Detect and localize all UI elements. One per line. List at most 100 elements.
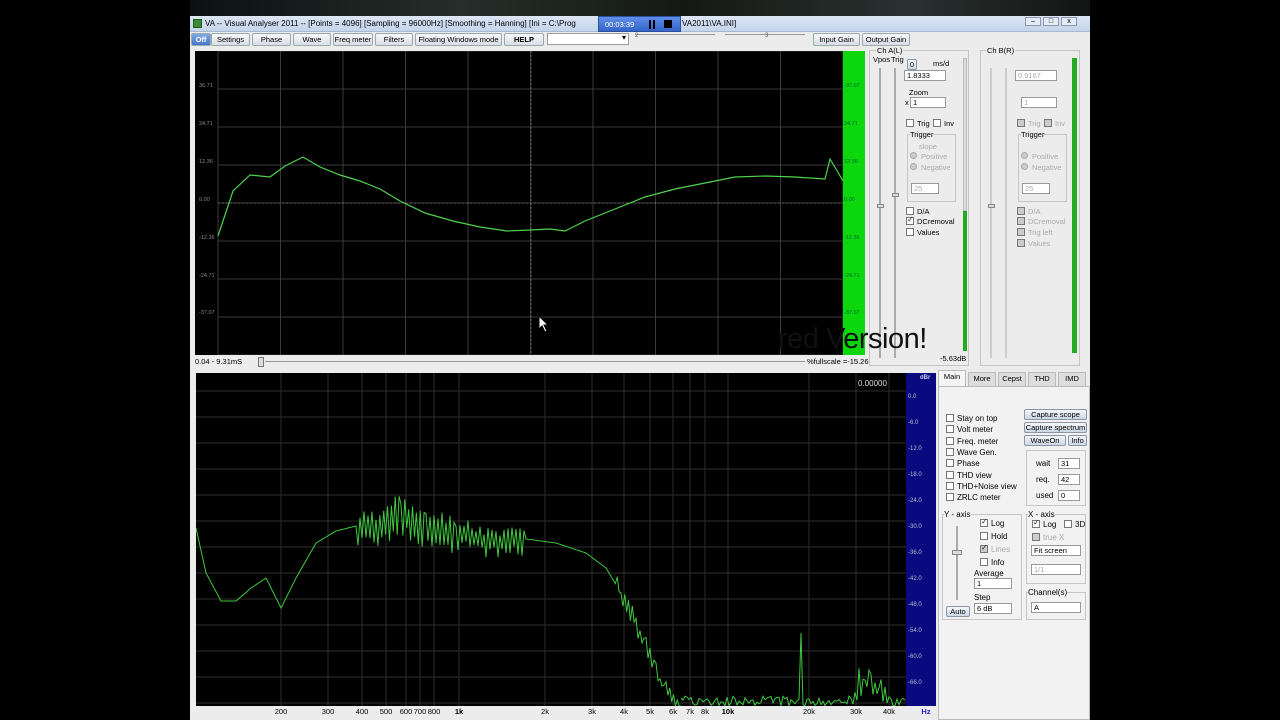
tab-cepst[interactable]: Cepst (998, 372, 1026, 386)
true-x-checkbox[interactable] (1032, 533, 1040, 541)
waveon-button[interactable]: WaveOn (1024, 435, 1066, 446)
values-checkbox[interactable] (906, 228, 914, 236)
trig-slider-thumb[interactable] (892, 193, 899, 197)
vpos-slider-thumb[interactable] (877, 204, 884, 208)
fit-screen-select[interactable]: Fit screen (1031, 545, 1081, 556)
maximize-icon[interactable]: □ (1043, 17, 1059, 26)
db-scale: dBr 0.0 -6.0 -12.0 -18.0 -24.0 -30.0 -36… (906, 373, 936, 706)
dcremoval-checkbox-b[interactable] (1017, 217, 1025, 225)
view-checkbox[interactable] (946, 437, 954, 445)
threshold-field[interactable]: 25 (911, 183, 939, 194)
req-field[interactable]: 42 (1058, 474, 1080, 485)
capture-scope-button[interactable]: Capture scope (1024, 409, 1087, 420)
trig-slider[interactable] (894, 68, 896, 358)
scope-y-label: -24.71 (199, 273, 215, 279)
x-log-checkbox[interactable] (1032, 520, 1040, 528)
scope-status-bar: 0.04 - 9.31mS %fullscale =-15.26 (195, 356, 865, 367)
trigleft-checkbox-b[interactable] (1017, 228, 1025, 236)
tab-more[interactable]: More (968, 372, 996, 386)
ms-per-div-field-b[interactable]: 0.9167 (1015, 70, 1057, 81)
wait-field[interactable]: 31 (1058, 458, 1080, 469)
y-axis-slider[interactable] (956, 526, 958, 600)
oscilloscope-display[interactable]: 36.71 24.71 12.36 0.00 -12.36 -24.71 -37… (195, 51, 843, 355)
info-button[interactable]: Info (1068, 435, 1087, 446)
view-checkbox-label: ZRLC meter (957, 493, 1001, 502)
floating-windows-button[interactable]: Floating Windows mode (415, 33, 502, 46)
frequency-tick-label: 800 (428, 707, 441, 716)
pause-icon[interactable] (649, 20, 651, 29)
positive-radio[interactable] (910, 152, 917, 159)
wave-button[interactable]: Wave (293, 33, 331, 46)
average-select[interactable]: 1 (974, 578, 1012, 589)
trig-checkbox-b[interactable] (1017, 119, 1025, 127)
trig-checkbox[interactable] (906, 119, 914, 127)
phase-button[interactable]: Phase (252, 33, 291, 46)
tab-thd[interactable]: THD (1028, 372, 1056, 386)
y-lines-checkbox[interactable] (980, 545, 988, 553)
threshold-field-b[interactable]: 25 (1022, 183, 1050, 194)
frequency-axis: Hz 200 300 400 500 600 700 800 1k 2k 3k 4k 5k 6k 7k 8k… (196, 706, 936, 718)
help-button[interactable]: HELP (504, 33, 544, 46)
vpos-slider[interactable] (879, 68, 881, 358)
view-checkbox[interactable] (946, 471, 954, 479)
spectrum-control-panel: Main More Cepst THD IMD Stay on top Volt … (938, 372, 1090, 720)
view-checkbox[interactable] (946, 448, 954, 456)
spectrum-trace (196, 496, 681, 706)
view-checkbox[interactable] (946, 493, 954, 501)
negative-radio-b[interactable] (1021, 163, 1028, 170)
spectrum-graph (196, 373, 906, 706)
toolbar-dropdown[interactable] (547, 33, 629, 45)
x-3d-checkbox[interactable] (1064, 520, 1072, 528)
dcremoval-checkbox[interactable] (906, 217, 914, 225)
zoom-field-b[interactable]: 1 (1021, 97, 1057, 108)
view-checkbox[interactable] (946, 425, 954, 433)
channel-a-level: -5.63dB (940, 354, 966, 363)
vpos-slider-b[interactable] (990, 68, 992, 358)
channel-a-panel: Ch A(L) Vpos Trig 0 ms/d 1.8333 Zoom x 1… (869, 46, 971, 368)
stop-icon[interactable] (664, 20, 672, 28)
settings-button[interactable]: Settings (211, 33, 250, 46)
y-info-checkbox[interactable] (980, 558, 988, 566)
filters-button[interactable]: Filters (375, 33, 413, 46)
zoom-field[interactable]: 1 (910, 97, 946, 108)
frequency-tick-label: 7k (686, 707, 694, 716)
inv-checkbox[interactable] (933, 119, 941, 127)
app-icon (193, 19, 202, 28)
input-gain-button[interactable]: Input Gain (813, 33, 860, 46)
used-field[interactable]: 0 (1058, 490, 1080, 501)
values-checkbox-b[interactable] (1017, 239, 1025, 247)
trig-slider-b[interactable] (1005, 68, 1007, 358)
channel-b-panel: Ch B(R) 0.9167 1 Trig Inv Trigger Positi… (980, 46, 1082, 368)
scope-scroll-handle[interactable] (258, 357, 264, 367)
output-gain-button[interactable]: Output Gain (862, 33, 910, 46)
channel-select[interactable]: A (1031, 602, 1081, 613)
spectrum-display[interactable]: 0.00000 (196, 373, 906, 706)
y-hold-checkbox[interactable] (980, 532, 988, 540)
auto-button[interactable]: Auto (946, 606, 970, 617)
step-select[interactable]: 6 dB (974, 603, 1012, 614)
tab-main[interactable]: Main (938, 370, 966, 386)
off-button[interactable]: Off (191, 33, 211, 46)
ms-per-div-field[interactable]: 1.8333 (904, 70, 946, 81)
frequency-tick-label: 3k (588, 707, 596, 716)
zero-button[interactable]: 0 (907, 59, 917, 70)
inv-checkbox-b[interactable] (1044, 119, 1052, 127)
positive-radio-b[interactable] (1021, 152, 1028, 159)
view-checkbox[interactable] (946, 459, 954, 467)
frequency-tick-label: 200 (275, 707, 288, 716)
tab-imd[interactable]: IMD (1058, 372, 1086, 386)
frequency-tick-label: 300 (322, 707, 335, 716)
frequency-tick-label: 30k (850, 707, 862, 716)
da-checkbox[interactable] (906, 207, 914, 215)
close-icon[interactable]: x (1061, 17, 1077, 26)
media-time: 00:03:39 (605, 20, 634, 29)
y-log-checkbox[interactable] (980, 519, 988, 527)
view-checkbox[interactable] (946, 414, 954, 422)
capture-spectrum-button[interactable]: Capture spectrum (1024, 422, 1087, 433)
fft-ratio-select[interactable]: 1/1 (1031, 564, 1081, 575)
view-checkbox[interactable] (946, 482, 954, 490)
negative-radio[interactable] (910, 163, 917, 170)
freq-meter-button[interactable]: Freq meter (333, 33, 373, 46)
minimize-icon[interactable]: – (1025, 17, 1041, 26)
da-checkbox-b[interactable] (1017, 207, 1025, 215)
